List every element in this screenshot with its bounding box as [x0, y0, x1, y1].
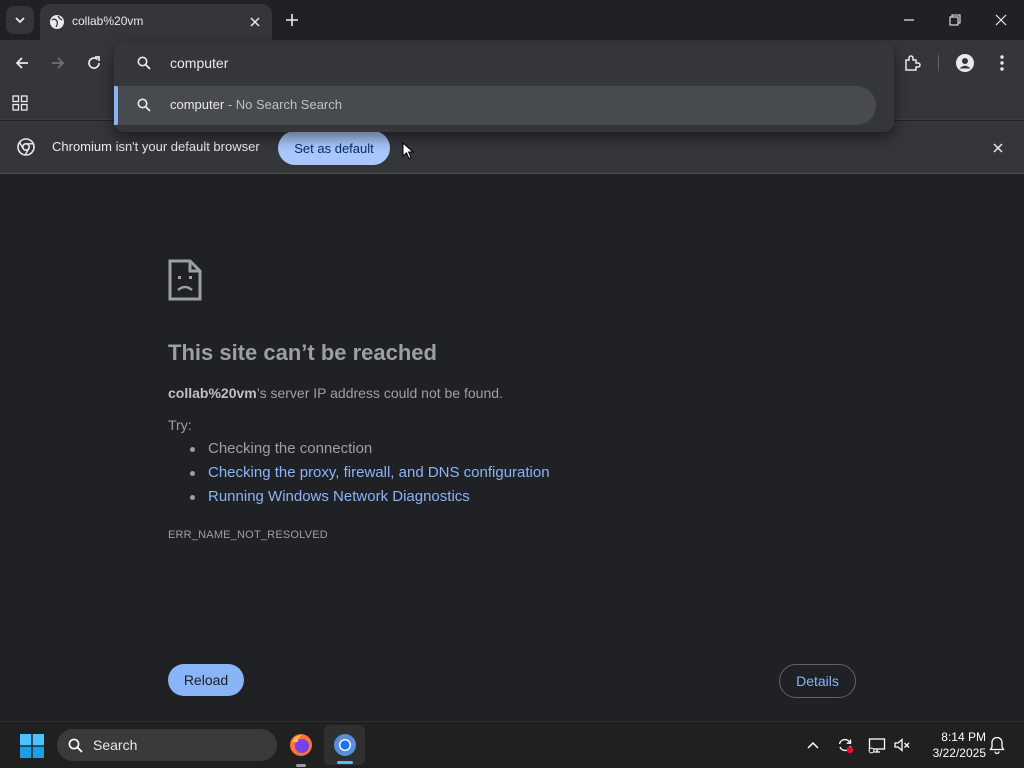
bullet — [190, 471, 195, 476]
puzzle-icon — [905, 55, 921, 71]
tab-title: collab%20vm — [72, 14, 144, 28]
taskbar: Search 8:14 PM 3/22/2025 — [0, 721, 1024, 768]
error-description-text: ’s server IP address could not be found. — [256, 385, 503, 401]
refresh-icon — [88, 56, 100, 69]
tab-strip: collab%20vm — [0, 0, 1024, 40]
reload-button[interactable]: Reload — [168, 664, 244, 696]
restore-icon — [949, 14, 961, 26]
tab-search-button[interactable] — [6, 6, 34, 34]
cursor-icon — [402, 142, 414, 160]
chromium-taskbar-button[interactable] — [324, 725, 365, 765]
new-tab-button[interactable] — [281, 9, 303, 31]
extensions-button[interactable] — [898, 49, 926, 77]
close-icon — [993, 143, 1003, 153]
suggestion-query: computer — [170, 97, 225, 112]
omnibox-popup: computer computer - No Search Search — [114, 42, 894, 132]
infobar-close-button[interactable] — [988, 138, 1008, 158]
error-description: collab%20vm’s server IP address could no… — [168, 385, 503, 401]
volume-muted-icon[interactable] — [891, 734, 913, 756]
bullet — [190, 495, 195, 500]
apps-grid-icon — [12, 95, 28, 111]
back-button[interactable] — [8, 49, 36, 77]
error-host: collab%20vm — [168, 385, 257, 401]
omnibox-suggestion[interactable]: computer - No Search Search — [114, 86, 876, 125]
tab-active[interactable]: collab%20vm — [40, 4, 272, 40]
suggestion-text: Checking the connection — [208, 440, 373, 457]
taskbar-search[interactable]: Search — [57, 729, 277, 761]
forward-arrow-icon — [52, 57, 65, 69]
tab-close-icon[interactable] — [246, 13, 264, 31]
running-indicator — [296, 764, 306, 767]
profile-icon — [956, 54, 974, 72]
profile-button[interactable] — [951, 49, 979, 77]
minimize-button[interactable] — [897, 8, 921, 32]
minimize-icon — [904, 19, 914, 21]
network-icon[interactable] — [866, 734, 888, 756]
windows-start-icon[interactable] — [20, 734, 44, 758]
omnibox[interactable]: computer — [114, 42, 894, 84]
close-window-button[interactable] — [989, 8, 1013, 32]
toolbar-divider — [938, 55, 939, 71]
sad-page-icon — [168, 259, 202, 301]
chevron-down-icon — [15, 17, 25, 24]
menu-button[interactable] — [988, 49, 1016, 77]
details-button[interactable]: Details — [779, 664, 856, 698]
more-vertical-icon — [1000, 55, 1004, 71]
reload-toolbar-button[interactable] — [80, 49, 108, 77]
notification-bell-icon[interactable] — [986, 734, 1008, 756]
clock-time: 8:14 PM — [941, 730, 986, 744]
show-hidden-icons-chevron-icon[interactable] — [802, 734, 824, 756]
search-icon — [68, 738, 83, 753]
apps-button[interactable] — [6, 89, 34, 117]
system-clock[interactable]: 8:14 PM 3/22/2025 — [920, 729, 986, 761]
taskbar-search-label: Search — [93, 737, 138, 753]
plus-icon — [286, 14, 298, 26]
chromium-icon — [17, 138, 35, 156]
clock-date: 3/22/2025 — [932, 746, 986, 760]
network-diagnostics-link[interactable]: Running Windows Network Diagnostics — [208, 488, 470, 505]
chromium-icon — [333, 733, 357, 757]
error-title: This site can’t be reached — [168, 340, 437, 365]
suggestion-focus-bar — [114, 86, 118, 125]
omnibox-input[interactable]: computer — [170, 55, 228, 71]
suggestion-suffix: - No Search Search — [224, 97, 342, 112]
error-page: This site can’t be reached collab%20vm’s… — [0, 175, 1024, 721]
forward-button[interactable] — [44, 49, 72, 77]
close-icon — [995, 14, 1007, 26]
sync-icon[interactable] — [834, 734, 856, 756]
proxy-firewall-link[interactable]: Checking the proxy, firewall, and DNS co… — [208, 464, 550, 481]
search-icon — [137, 98, 151, 112]
search-icon — [137, 56, 151, 70]
try-label: Try: — [168, 417, 192, 433]
globe-icon — [49, 14, 65, 30]
bullet — [190, 447, 195, 452]
back-arrow-icon — [15, 57, 28, 69]
firefox-icon[interactable] — [289, 733, 313, 757]
error-code: ERR_NAME_NOT_RESOLVED — [168, 529, 328, 541]
active-indicator — [337, 761, 353, 764]
set-as-default-button[interactable]: Set as default — [278, 131, 390, 165]
infobar-message: Chromium isn't your default browser — [52, 139, 260, 154]
restore-button[interactable] — [943, 8, 967, 32]
